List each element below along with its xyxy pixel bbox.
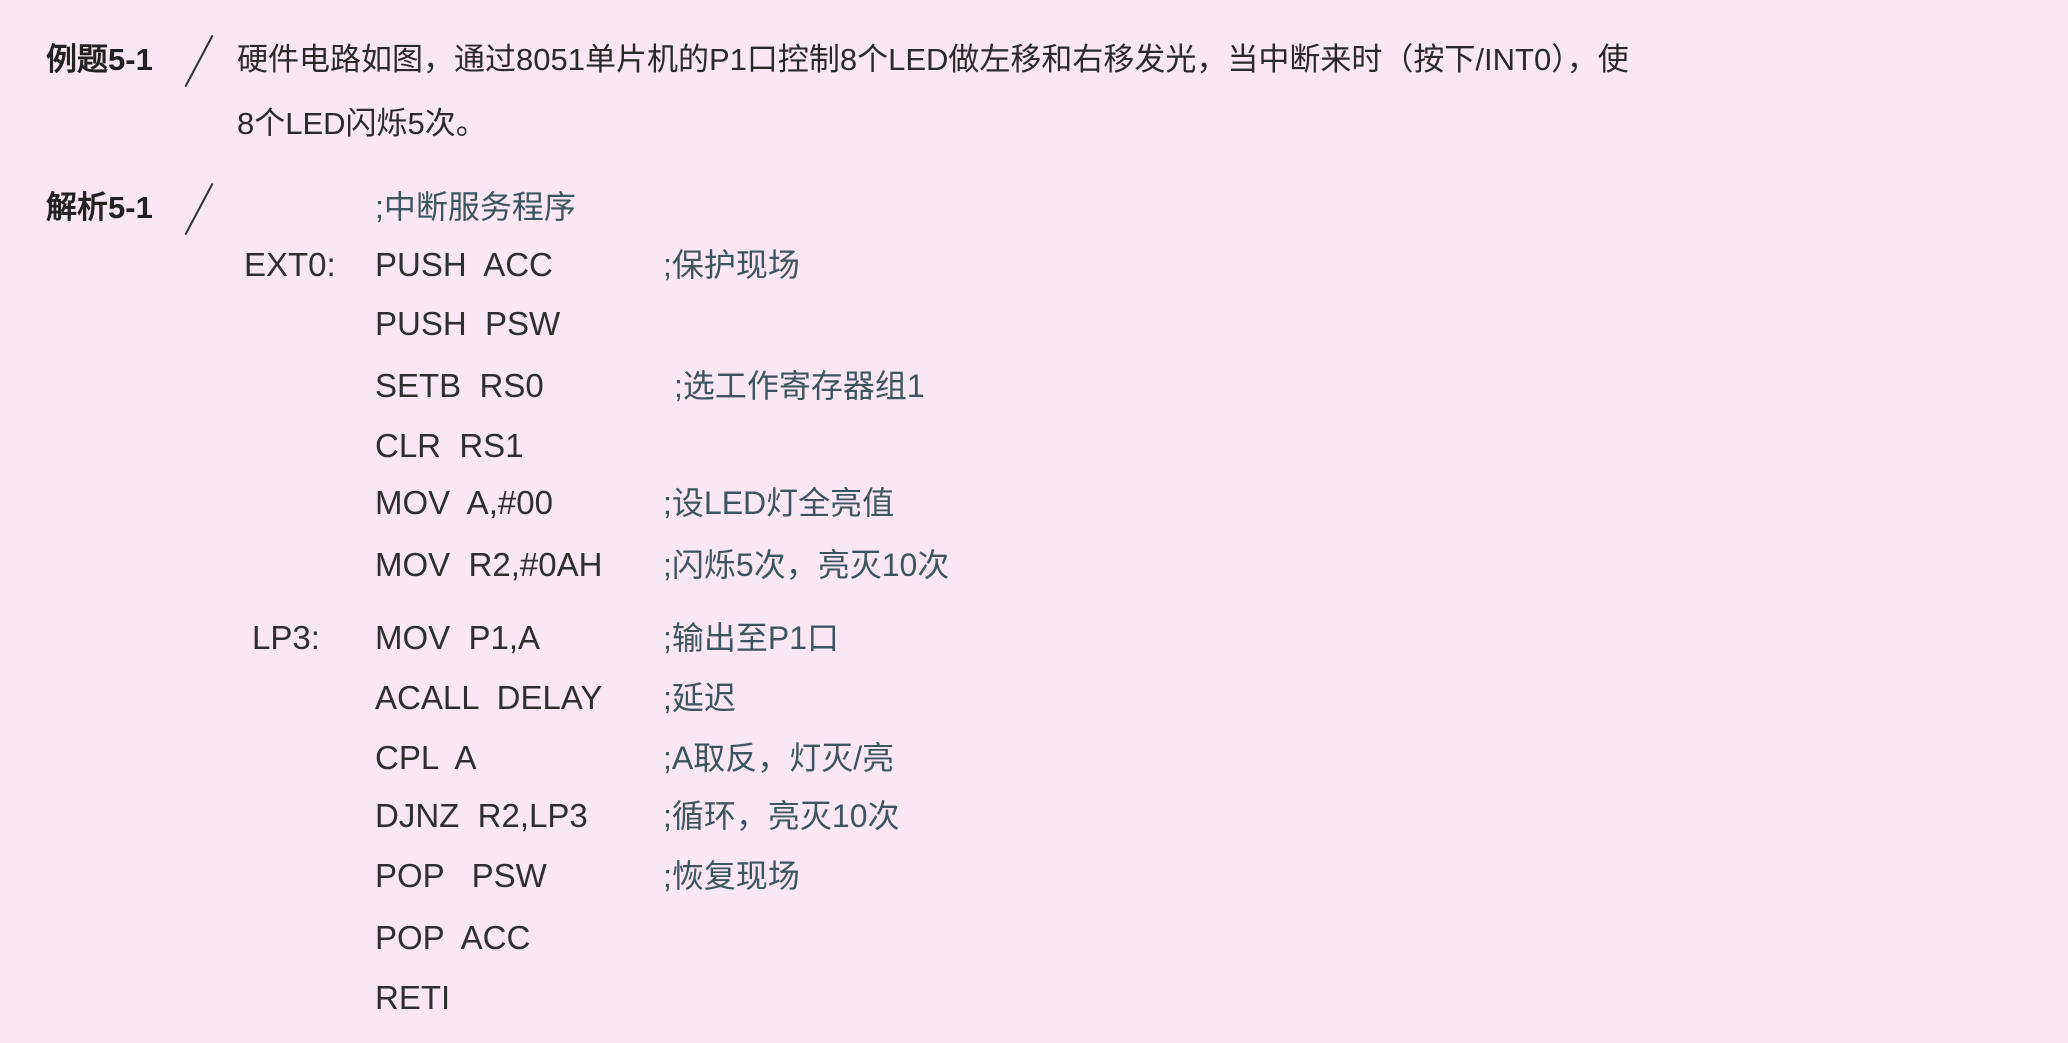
code-comment: ;选工作寄存器组1 [674,368,925,404]
code-comment: ;输出至P1口 [663,620,840,656]
code-comment: ;闪烁5次，亮灭10次 [663,547,950,583]
code-instruction: MOV R2,#0AH [375,546,603,583]
code-comment: ;循环，亮灭10次 [663,798,900,834]
code-instruction: MOV P1,A [375,619,541,656]
problem-line-2: 8个LED闪烁5次。 [237,106,487,141]
code-instruction: CPL A [375,739,477,776]
code-instruction: SETB RS0 [375,367,544,404]
slash-divider [184,34,214,88]
problem-line-1: 硬件电路如图，通过8051单片机的P1口控制8个LED做左移和右移发光，当中断来… [237,42,1629,77]
code-comment: ;延迟 [663,680,736,716]
code-instruction: RETI [375,979,451,1016]
code-comment: ;保护现场 [663,247,800,283]
code-header-comment: ;中断服务程序 [375,189,576,225]
code-instruction: PUSH PSW [375,305,561,342]
code-comment: ;恢复现场 [663,858,800,894]
slash-divider [184,182,214,236]
code-label: LP3: [252,619,320,656]
code-instruction: ACALL DELAY [375,679,603,716]
code-instruction: CLR RS1 [375,427,524,464]
analysis-tag: 解析5-1 [46,190,153,225]
code-label: EXT0: [244,246,336,283]
code-instruction: POP ACC [375,919,531,956]
code-instruction: PUSH ACC [375,246,553,283]
example-tag: 例题5-1 [46,42,153,77]
code-comment: ;设LED灯全亮值 [663,485,895,521]
code-comment: ;A取反，灯灭/亮 [663,740,895,776]
code-instruction: DJNZ R2,LP3 [375,797,588,834]
code-instruction: POP PSW [375,857,547,894]
code-instruction: MOV A,#00 [375,484,553,521]
